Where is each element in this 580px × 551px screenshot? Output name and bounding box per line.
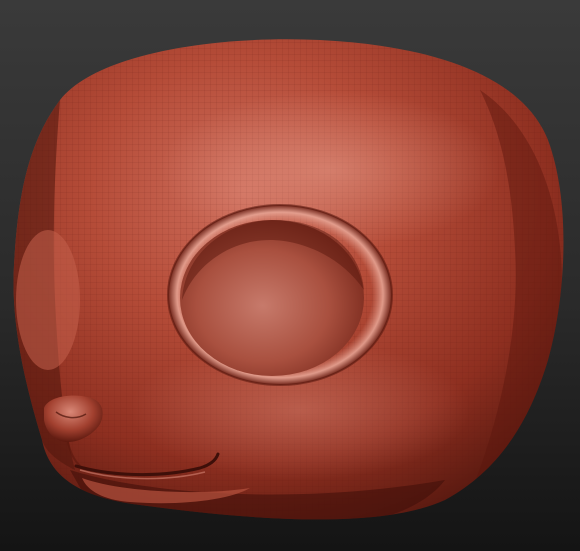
3d-viewport[interactable] [0,0,580,551]
viewport-canvas[interactable] [0,0,580,551]
left-cheek-bulge [16,230,80,370]
